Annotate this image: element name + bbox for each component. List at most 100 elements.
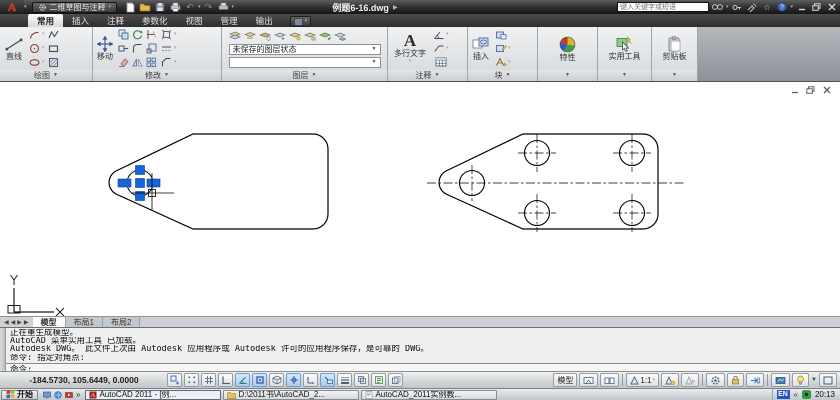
panel-utilities-label[interactable]: ▼ <box>598 70 651 81</box>
leader-button[interactable] <box>432 42 445 55</box>
tab-manage[interactable]: 管理 <box>212 14 247 27</box>
tab-home[interactable]: 常用 <box>28 14 64 27</box>
explode-button[interactable] <box>160 28 173 41</box>
offset-dropdown-icon[interactable]: ▾ <box>174 45 177 51</box>
block-attributes-dropdown-icon[interactable]: ▾ <box>508 59 511 65</box>
autoscale-button[interactable] <box>681 373 700 387</box>
layout-next-button[interactable]: ▶ <box>17 319 22 326</box>
search-dropdown-icon[interactable]: ▾ <box>726 4 729 10</box>
search-button[interactable] <box>711 1 724 13</box>
hardware-acceleration-button[interactable] <box>771 373 791 387</box>
panel-block-label[interactable]: 块 ▼ <box>468 70 537 81</box>
insert-block-button[interactable]: 插入 <box>470 28 492 69</box>
tab-insert[interactable]: 插入 <box>63 14 98 27</box>
panel-modify-label[interactable]: 修改 ▼ <box>93 70 221 81</box>
toolbar-lock-button[interactable] <box>727 373 745 387</box>
panel-draw-label[interactable]: 绘图 ▼ <box>0 70 92 81</box>
help-button[interactable]: ? <box>775 1 788 13</box>
layer-freeze-button[interactable] <box>274 29 287 42</box>
block-create-button[interactable] <box>494 28 507 41</box>
tab-layout2[interactable]: 布局2 <box>102 316 141 328</box>
taskbar-task-folder[interactable]: D:\2011书\AutoCAD_2... <box>223 389 360 400</box>
layer-off-button[interactable] <box>289 29 302 42</box>
utilities-button[interactable]: 实用工具 <box>607 28 643 69</box>
annotation-visibility-button[interactable] <box>661 373 680 387</box>
command-window[interactable]: 正在重生成模型。 AutoCAD 菜单实用工具 已加载。 Autodesk DW… <box>0 327 840 375</box>
communication-center-button[interactable] <box>745 1 758 13</box>
stretch-button[interactable] <box>117 42 130 55</box>
drawing-area[interactable] <box>0 81 840 317</box>
explode-dropdown-icon[interactable]: ▾ <box>174 32 177 37</box>
mtext-button[interactable]: A 多行文字 ▾ <box>390 28 430 69</box>
fillet-button[interactable] <box>131 42 144 55</box>
circle-button[interactable] <box>28 42 41 55</box>
quick-properties-toggle[interactable] <box>371 373 386 387</box>
tab-model[interactable]: 模型 <box>32 316 66 328</box>
circle-dropdown-icon[interactable]: ▾ <box>42 45 45 51</box>
annotation-scale-button[interactable]: 1:1 ▾ <box>626 373 660 387</box>
layer-lock-button[interactable] <box>304 29 317 42</box>
clean-screen-button[interactable] <box>819 373 837 387</box>
open-file-button[interactable] <box>138 1 152 13</box>
layer-isolate-button[interactable] <box>259 29 272 42</box>
object-snap-toggle[interactable] <box>252 373 267 387</box>
polyline-button[interactable] <box>47 28 60 41</box>
arc-dropdown-icon[interactable]: ▾ <box>42 32 45 37</box>
doc-restore-button[interactable] <box>805 85 816 95</box>
undo-button[interactable]: ↶ <box>183 1 197 13</box>
panel-properties-label[interactable]: ▼ <box>538 70 597 81</box>
model-space-button[interactable]: 模型 <box>553 373 578 387</box>
mirror-button[interactable] <box>131 56 144 69</box>
layer-current-button[interactable] <box>319 29 332 42</box>
app-menu-button[interactable]: A <box>0 0 24 14</box>
layout-first-button[interactable]: ◀ <box>4 319 9 326</box>
dimension-dropdown-icon[interactable]: ▾ <box>446 32 449 37</box>
rectangle-button[interactable] <box>47 42 60 55</box>
3d-object-snap-toggle[interactable] <box>269 373 284 387</box>
start-button[interactable]: 开始 <box>1 389 38 400</box>
quick-launch-chevron[interactable]: » <box>76 390 80 399</box>
layout-last-button[interactable]: ▶ <box>24 319 29 326</box>
ellipse-button[interactable] <box>28 56 41 69</box>
dimension-button[interactable] <box>432 28 445 41</box>
panel-annotation-label[interactable]: 注释 ▼ <box>388 70 467 81</box>
arc-button[interactable] <box>28 28 41 41</box>
table-button[interactable] <box>432 56 449 69</box>
taskbar-task-document[interactable]: AutoCAD_2011实例教... <box>361 389 498 400</box>
scale-button[interactable] <box>145 42 158 55</box>
workspace-switcher[interactable]: 二维草图与注释 ▾ <box>31 1 118 13</box>
grid-display-toggle[interactable] <box>201 373 216 387</box>
media-player-icon[interactable] <box>65 391 73 399</box>
ortho-mode-toggle[interactable] <box>218 373 233 387</box>
show-desktop-icon[interactable] <box>43 391 51 399</box>
snap-mode-toggle[interactable] <box>184 373 199 387</box>
offset-button[interactable] <box>160 42 173 55</box>
block-edit-button[interactable] <box>494 42 507 55</box>
performance-tuner-button[interactable] <box>792 373 810 387</box>
infer-constraints-toggle[interactable] <box>167 373 182 387</box>
layer-walk-button[interactable] <box>334 29 347 42</box>
chamfer-dropdown-icon[interactable]: ▾ <box>174 59 177 65</box>
tray-collapse-icon[interactable]: « <box>794 390 798 399</box>
layer-match-button[interactable] <box>244 29 257 42</box>
hatch-button[interactable] <box>47 56 60 69</box>
transparency-toggle[interactable] <box>354 373 369 387</box>
block-attributes-button[interactable] <box>494 56 507 69</box>
tab-parametric[interactable]: 参数化 <box>133 14 177 27</box>
plot-button[interactable] <box>168 1 182 13</box>
clipboard-button[interactable]: 剪贴板 <box>661 28 689 69</box>
save-button[interactable] <box>153 1 167 13</box>
minimize-button[interactable] <box>795 1 808 13</box>
taskbar-task-autocad[interactable]: A AutoCAD 2011 - [例... <box>85 389 222 400</box>
chamfer-button[interactable] <box>160 56 173 69</box>
tray-status-icon[interactable] <box>802 390 811 399</box>
close-button[interactable] <box>825 1 838 13</box>
layer-properties-button[interactable] <box>229 29 242 42</box>
restore-button[interactable] <box>810 1 823 13</box>
ellipse-dropdown-icon[interactable]: ▾ <box>42 59 45 65</box>
status-menu-dropdown-icon[interactable]: ▼ <box>811 377 817 383</box>
subscription-center-button[interactable] <box>730 1 743 13</box>
copy-button[interactable] <box>117 28 130 41</box>
object-snap-tracking-toggle[interactable] <box>286 373 301 387</box>
dynamic-ucs-toggle[interactable] <box>303 373 318 387</box>
